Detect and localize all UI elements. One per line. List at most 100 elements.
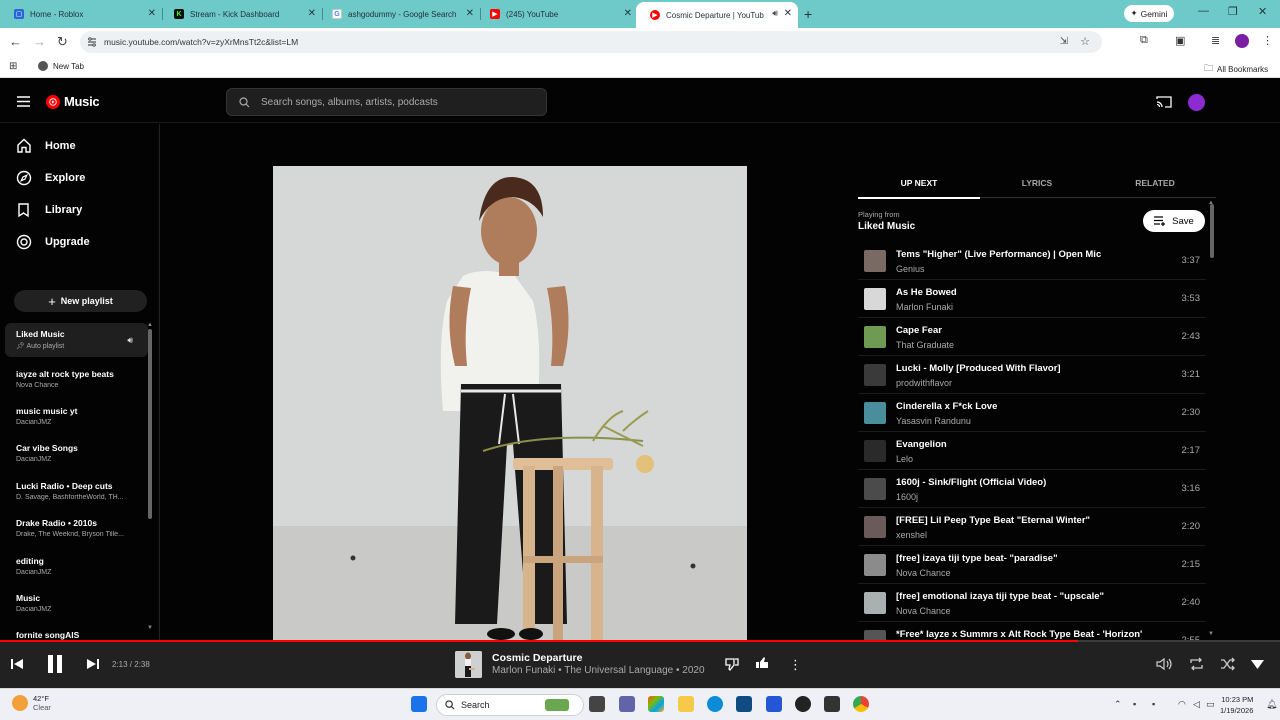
bookmark-star-icon[interactable]: ☆ xyxy=(1080,35,1090,48)
queue-item[interactable]: [free] izaya tiji type beat- "paradise" N… xyxy=(858,546,1206,584)
teams-icon[interactable] xyxy=(619,696,635,712)
profile-avatar[interactable] xyxy=(1235,34,1249,48)
copilot-icon[interactable] xyxy=(648,696,664,712)
playlist-item[interactable]: fornite songAIS xyxy=(0,630,150,640)
taskbar-search[interactable]: Search xyxy=(436,694,584,716)
playlist-liked-music[interactable]: Liked Music 📌︎ Auto playlist 🔊︎ xyxy=(5,323,148,357)
battery-icon[interactable]: ▭ xyxy=(1206,699,1215,710)
track-artist[interactable]: 1600j xyxy=(896,492,918,502)
track-thumbnail[interactable] xyxy=(864,288,886,310)
queue-scrollbar[interactable] xyxy=(1210,204,1214,258)
pause-icon[interactable] xyxy=(46,654,64,674)
track-artist[interactable]: Marlon Funaki xyxy=(896,302,953,312)
back-icon[interactable]: ← xyxy=(9,34,22,49)
downloads-icon[interactable]: ≣ xyxy=(1211,34,1220,47)
system-clock[interactable]: 10:23 PM 1/19/2026 xyxy=(1220,694,1253,716)
app-icon[interactable] xyxy=(795,696,811,712)
track-artist[interactable]: Yasasvin Randunu xyxy=(896,416,971,426)
gemini-button[interactable]: ✦ Gemini xyxy=(1124,5,1174,22)
queue-item[interactable]: As He Bowed Marlon Funaki 3:53 xyxy=(858,280,1206,318)
queue-item[interactable]: [FREE] Lil Peep Type Beat "Eternal Winte… xyxy=(858,508,1206,546)
sidebar-scrollbar[interactable] xyxy=(148,329,152,519)
track-thumbnail[interactable] xyxy=(864,478,886,500)
playlist-item[interactable]: Lucki Radio • Deep cuts D. Savage, Bashf… xyxy=(0,481,150,501)
track-thumbnail[interactable] xyxy=(864,250,886,272)
track-artist[interactable]: xenshel xyxy=(896,530,927,540)
scroll-down-icon[interactable]: ▼ xyxy=(147,625,153,631)
tray-app-icon[interactable]: ▪ xyxy=(1133,699,1136,709)
ytmusic-logo[interactable]: Music xyxy=(46,94,100,109)
tab-google[interactable]: G ashgodummy - Google Search ✕ xyxy=(318,4,480,24)
track-artist[interactable]: Lelo xyxy=(896,454,913,464)
speaker-icon[interactable]: 🔊︎ xyxy=(772,8,778,19)
notification-bell-icon[interactable]: 🔔︎ xyxy=(1266,699,1277,710)
sidebar-item-explore[interactable]: Explore xyxy=(16,170,85,186)
sidebar-item-home[interactable]: Home xyxy=(16,138,76,153)
now-playing-speaker-icon[interactable]: 🔊︎ xyxy=(127,335,133,346)
file-explorer-icon[interactable] xyxy=(678,696,694,712)
previous-icon[interactable] xyxy=(10,658,24,670)
close-icon[interactable]: ✕ xyxy=(624,8,632,19)
tab-kick[interactable]: K Stream - Kick Dashboard ✕ xyxy=(160,4,322,24)
close-icon[interactable]: ✕ xyxy=(466,8,474,19)
repeat-icon[interactable] xyxy=(1189,657,1204,671)
track-thumbnail[interactable] xyxy=(864,326,886,348)
queue-item[interactable]: Tems "Higher" (Live Performance) | Open … xyxy=(858,242,1206,280)
edge-icon[interactable] xyxy=(707,696,723,712)
wifi-icon[interactable]: ◠ xyxy=(1178,699,1186,710)
playlist-item[interactable]: editing DacianJMZ xyxy=(0,556,150,576)
playlist-item[interactable]: music music yt DacianJMZ xyxy=(0,406,150,426)
minimize-icon[interactable]: — xyxy=(1198,5,1209,17)
close-icon[interactable]: ✕ xyxy=(148,8,156,19)
queue-item[interactable]: Cape Fear That Graduate 2:43 xyxy=(858,318,1206,356)
close-icon[interactable]: ✕ xyxy=(308,8,316,19)
tab-youtube[interactable]: ▶ (245) YouTube ✕ xyxy=(476,4,638,24)
chrome-icon[interactable] xyxy=(853,696,869,712)
cast-icon[interactable] xyxy=(1156,95,1172,108)
tray-overflow-icon[interactable]: ⌃ xyxy=(1114,699,1122,710)
reading-list-icon[interactable]: ▣ xyxy=(1175,34,1185,47)
playlist-item[interactable]: Drake Radio • 2010s Drake, The Weeknd, B… xyxy=(0,518,150,538)
track-artist[interactable]: Nova Chance xyxy=(896,568,951,578)
tray-app-icon[interactable]: ▪ xyxy=(1152,699,1155,709)
weather-widget[interactable]: 42°F Clear xyxy=(12,694,51,712)
scroll-up-icon[interactable]: ▲ xyxy=(1208,200,1214,206)
album-art[interactable] xyxy=(273,166,747,641)
dislike-icon[interactable] xyxy=(725,657,739,671)
playlist-item[interactable]: Music DacianJMZ xyxy=(0,593,150,613)
address-bar[interactable]: music.youtube.com/watch?v=zyXrMnsTt2c&li… xyxy=(80,31,1102,53)
volume-icon[interactable] xyxy=(1156,657,1172,671)
queue-item[interactable]: [free] emotional izaya tiji type beat - … xyxy=(858,584,1206,622)
now-playing-title[interactable]: Cosmic Departure xyxy=(492,652,582,664)
app-icon[interactable] xyxy=(766,696,782,712)
task-view-icon[interactable] xyxy=(589,696,605,712)
queue-item[interactable]: 1600j - Sink/Flight (Official Video) 1600… xyxy=(858,470,1206,508)
new-playlist-button[interactable]: + New playlist xyxy=(14,290,147,312)
now-playing-subtitle[interactable]: Marlon Funaki • The Universal Language •… xyxy=(492,665,705,676)
queue-item[interactable]: Cinderella x F*ck Love Yasasvin Randunu 2:… xyxy=(858,394,1206,432)
sidebar-item-upgrade[interactable]: Upgrade xyxy=(16,234,90,250)
new-tab-button[interactable]: + xyxy=(804,6,812,22)
app-icon[interactable] xyxy=(824,696,840,712)
shuffle-icon[interactable] xyxy=(1220,657,1235,671)
queue-item[interactable]: Evangelion Lelo 2:17 xyxy=(858,432,1206,470)
playlist-item[interactable]: Car vibe Songs DacianJMZ xyxy=(0,443,150,463)
bookmark-new-tab[interactable]: New Tab xyxy=(38,61,84,71)
track-artist[interactable]: Nova Chance xyxy=(896,606,951,616)
track-thumbnail[interactable] xyxy=(864,440,886,462)
scroll-down-icon[interactable]: ▼ xyxy=(1208,631,1214,637)
track-artist[interactable]: Genius xyxy=(896,264,925,274)
now-playing-thumbnail[interactable] xyxy=(455,651,482,678)
track-thumbnail[interactable] xyxy=(864,592,886,614)
queue-item[interactable]: Lucki - Molly [Produced With Flavor] prod… xyxy=(858,356,1206,394)
speaker-icon[interactable]: ◁ xyxy=(1193,699,1200,710)
menu-icon[interactable]: ⋮ xyxy=(1262,34,1273,47)
windows-start-icon[interactable] xyxy=(411,696,427,712)
expand-player-icon[interactable] xyxy=(1251,660,1264,669)
sidebar-item-library[interactable]: Library xyxy=(16,202,82,218)
tab-up-next[interactable]: UP NEXT xyxy=(860,178,978,188)
all-bookmarks[interactable]: 🗀︎ All Bookmarks xyxy=(1204,61,1268,77)
track-thumbnail[interactable] xyxy=(864,554,886,576)
tab-roblox[interactable]: ▢ Home - Roblox ✕ xyxy=(0,4,162,24)
more-options-icon[interactable]: ⋮ xyxy=(789,657,802,673)
